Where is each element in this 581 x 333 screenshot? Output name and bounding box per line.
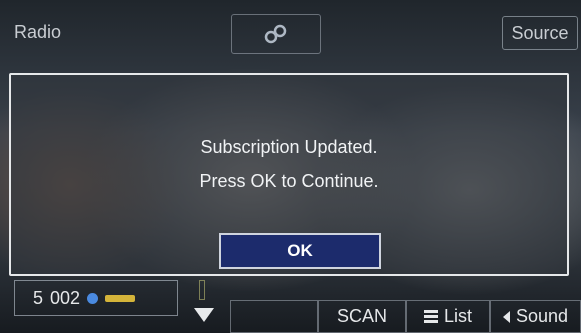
- preset-number: 5: [33, 287, 44, 308]
- scroll-down-icon[interactable]: [194, 308, 214, 322]
- subscription-dialog: Subscription Updated. Press OK to Contin…: [9, 73, 569, 276]
- hd-radio-icon: [87, 292, 99, 304]
- dialog-message-line1: Subscription Updated.: [200, 137, 378, 157]
- screen-title: Radio: [14, 22, 62, 42]
- radio-screen: Radio Source Subscription Updated. Press…: [0, 0, 581, 333]
- preset-channel-display[interactable]: 5 002: [14, 280, 178, 316]
- scan-button[interactable]: SCAN: [318, 300, 406, 333]
- sound-button[interactable]: Sound: [490, 300, 581, 333]
- blank-button[interactable]: [230, 300, 318, 333]
- station-badge-icon: [105, 294, 136, 302]
- scroll-indicator: [199, 280, 205, 300]
- dialog-message-line2: Press OK to Continue.: [199, 171, 379, 191]
- top-bar: Radio Source: [0, 0, 581, 72]
- sound-label: Sound: [515, 306, 569, 326]
- link-button[interactable]: [231, 14, 321, 54]
- channel-number: 002: [50, 287, 81, 308]
- ok-button[interactable]: OK: [219, 233, 381, 269]
- list-button[interactable]: List: [406, 300, 490, 333]
- left-arrow-icon: [502, 310, 510, 323]
- bottom-bar: SCAN List Sound: [230, 300, 581, 333]
- list-label: List: [443, 306, 472, 326]
- link-icon: [264, 24, 287, 44]
- list-icon: [423, 310, 438, 323]
- source-button[interactable]: Source: [502, 16, 578, 50]
